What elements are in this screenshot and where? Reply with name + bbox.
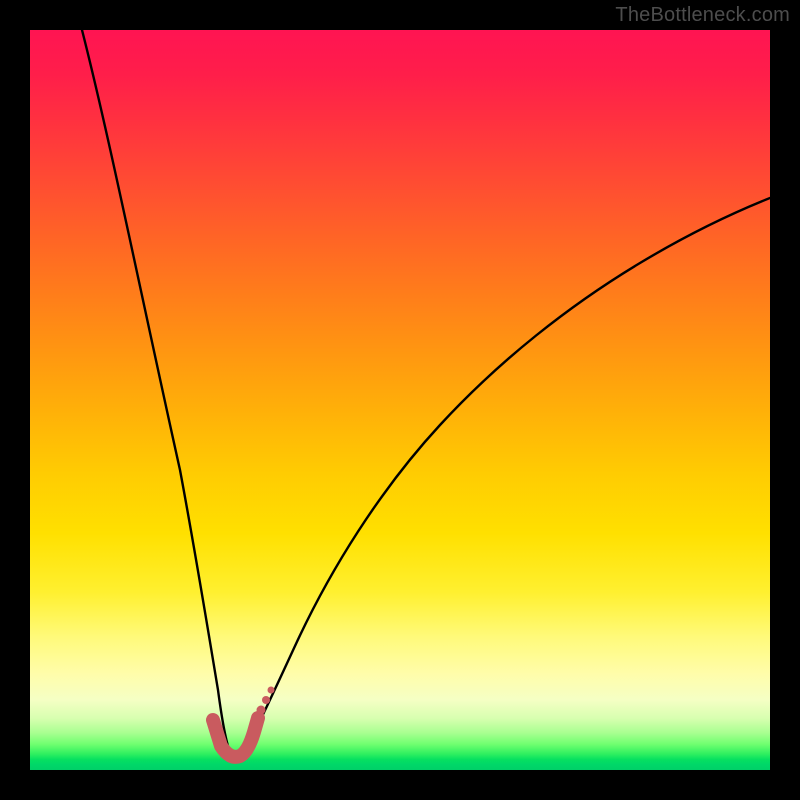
- watermark-text: TheBottleneck.com: [615, 4, 790, 27]
- chart-gradient-background: [30, 30, 770, 770]
- chart-frame: [30, 30, 770, 770]
